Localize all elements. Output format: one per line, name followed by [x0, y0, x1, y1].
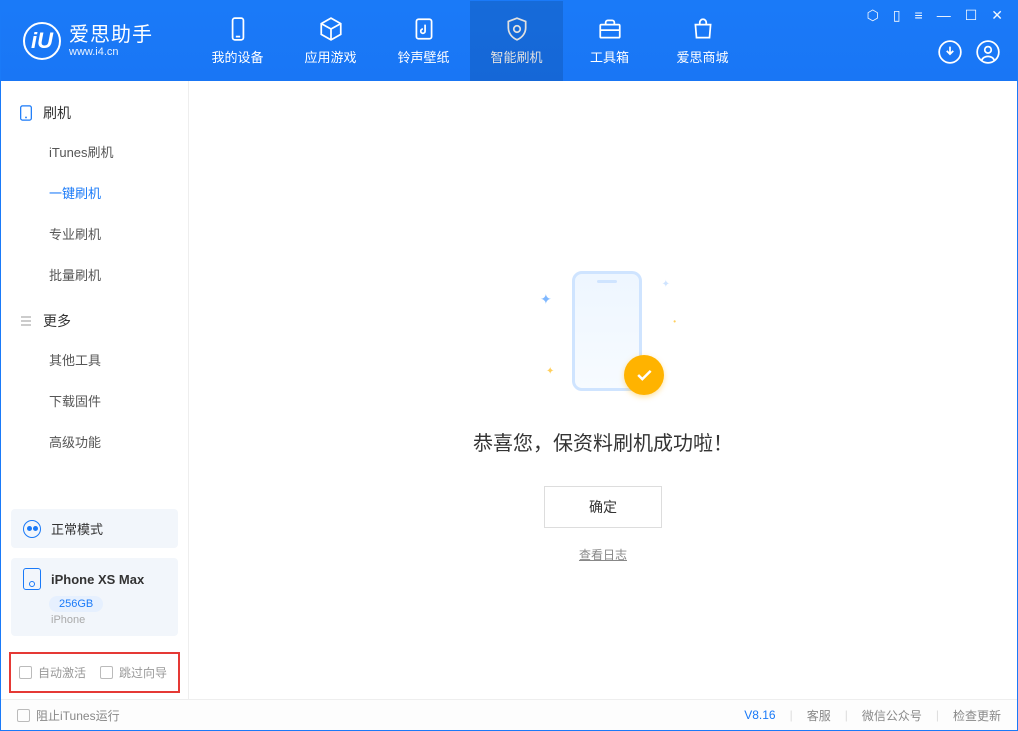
user-circle-icon[interactable] [975, 39, 1001, 65]
menu-lines-icon [19, 313, 33, 329]
device-type: iPhone [51, 614, 166, 626]
phone-mini-icon[interactable]: ▯ [893, 7, 901, 24]
sidebar: 刷机 iTunes刷机 一键刷机 专业刷机 批量刷机 更多 其他工具 下载固件 … [1, 81, 189, 699]
bag-icon [690, 16, 716, 42]
support-link[interactable]: 客服 [807, 707, 831, 724]
checkbox-label: 跳过向导 [119, 664, 167, 681]
nav-tab-store[interactable]: 爱思商城 [656, 1, 749, 81]
logo-icon: iU [23, 22, 61, 60]
checkbox-skip-wizard[interactable]: 跳过向导 [100, 664, 167, 681]
nav-tab-flash[interactable]: 智能刷机 [470, 1, 563, 81]
nav-tab-label: 应用游戏 [304, 47, 356, 66]
shirt-icon[interactable]: ⬡ [867, 7, 879, 24]
version-label: V8.16 [744, 708, 775, 722]
mode-icon [23, 520, 41, 538]
sidebar-section-more: 更多 [1, 303, 188, 339]
success-message: 恭喜您，保资料刷机成功啦！ [473, 427, 733, 456]
success-illustration: ✦ ✦ ✦ • [548, 271, 658, 401]
app-title: 爱思助手 [69, 24, 153, 46]
bottom-options-highlighted: 自动激活 跳过向导 [9, 652, 180, 693]
checkbox-label: 阻止iTunes运行 [36, 707, 120, 724]
device-capacity: 256GB [49, 596, 103, 612]
nav-tab-label: 爱思商城 [676, 47, 728, 66]
menu-icon[interactable]: ≡ [915, 7, 923, 24]
close-button[interactable]: ✕ [991, 7, 1003, 24]
minimize-button[interactable]: ― [937, 7, 951, 24]
nav-tab-label: 工具箱 [590, 47, 629, 66]
app-logo: iU 爱思助手 www.i4.cn [1, 22, 191, 60]
maximize-button[interactable]: ☐ [965, 7, 978, 24]
app-subtitle: www.i4.cn [69, 46, 153, 58]
sidebar-item-pro-flash[interactable]: 专业刷机 [1, 213, 188, 254]
phone-outline-icon [19, 105, 33, 121]
ok-button[interactable]: 确定 [544, 486, 662, 528]
nav-tab-label: 我的设备 [211, 47, 263, 66]
toolbox-icon [597, 16, 623, 42]
checkbox-block-itunes[interactable]: 阻止iTunes运行 [17, 707, 120, 724]
sidebar-item-download-firmware[interactable]: 下载固件 [1, 380, 188, 421]
view-log-link[interactable]: 查看日志 [579, 546, 627, 563]
device-mode[interactable]: 正常模式 [11, 509, 178, 548]
sidebar-item-other-tools[interactable]: 其他工具 [1, 339, 188, 380]
section-label: 更多 [43, 311, 71, 331]
device-card[interactable]: iPhone XS Max 256GB iPhone [11, 558, 178, 636]
nav-tab-label: 智能刷机 [490, 47, 542, 66]
sidebar-item-oneclick-flash[interactable]: 一键刷机 [1, 172, 188, 213]
nav-tab-apps[interactable]: 应用游戏 [284, 1, 377, 81]
checkbox-auto-activate[interactable]: 自动激活 [19, 664, 86, 681]
nav-tab-tools[interactable]: 工具箱 [563, 1, 656, 81]
sidebar-item-batch-flash[interactable]: 批量刷机 [1, 254, 188, 295]
wechat-link[interactable]: 微信公众号 [862, 707, 922, 724]
status-bar: 阻止iTunes运行 V8.16 | 客服 | 微信公众号 | 检查更新 [1, 699, 1017, 730]
sidebar-section-flash: 刷机 [1, 95, 188, 131]
device-name: iPhone XS Max [51, 572, 144, 587]
music-file-icon [411, 16, 437, 42]
mode-label: 正常模式 [51, 519, 103, 538]
section-label: 刷机 [43, 103, 71, 123]
nav-tabs: 我的设备 应用游戏 铃声壁纸 智能刷机 工具箱 爱思商城 [191, 1, 749, 81]
download-circle-icon[interactable] [937, 39, 963, 65]
checkbox-icon [100, 666, 113, 679]
app-header: iU 爱思助手 www.i4.cn 我的设备 应用游戏 铃声壁纸 智能刷机 工具… [1, 1, 1017, 81]
nav-tab-ringtone[interactable]: 铃声壁纸 [377, 1, 470, 81]
shield-refresh-icon [504, 16, 530, 42]
checkbox-label: 自动激活 [38, 664, 86, 681]
phone-icon [23, 568, 41, 590]
sidebar-item-advanced[interactable]: 高级功能 [1, 421, 188, 462]
main-content: ✦ ✦ ✦ • 恭喜您，保资料刷机成功啦！ 确定 查看日志 [189, 81, 1017, 699]
cube-icon [318, 16, 344, 42]
check-update-link[interactable]: 检查更新 [953, 707, 1001, 724]
check-badge-icon [624, 355, 664, 395]
window-controls: ⬡ ▯ ≡ ― ☐ ✕ [867, 7, 1003, 24]
checkbox-icon [17, 709, 30, 722]
sidebar-item-itunes-flash[interactable]: iTunes刷机 [1, 131, 188, 172]
nav-tab-device[interactable]: 我的设备 [191, 1, 284, 81]
checkbox-icon [19, 666, 32, 679]
nav-tab-label: 铃声壁纸 [397, 47, 449, 66]
device-icon [225, 16, 251, 42]
